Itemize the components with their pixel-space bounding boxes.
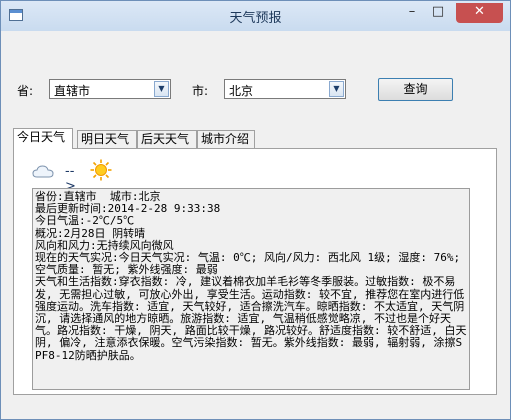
close-button[interactable]: ✕ — [456, 3, 503, 23]
city-select[interactable]: 北京 ▼ — [224, 79, 346, 99]
cloud-icon — [32, 165, 54, 178]
province-value: 直辖市 — [54, 84, 91, 98]
detail-line: 天气和生活指数:穿衣指数: 冷, 建议着棉衣加羊毛衫等冬季服装。过敏指数: 极不… — [35, 275, 467, 362]
province-label: 省: — [17, 84, 34, 98]
chevron-down-icon[interactable]: ▼ — [154, 81, 169, 97]
city-label: 市: — [192, 84, 209, 98]
tab-day-after[interactable]: 后天天气 — [137, 130, 197, 148]
tab-today[interactable]: 今日天气 — [13, 128, 73, 149]
title-bar[interactable]: 天气预报 – □ ✕ — [1, 1, 510, 31]
tab-city-intro[interactable]: 城市介绍 — [197, 130, 255, 148]
query-button[interactable]: 查询 — [378, 78, 453, 101]
maximize-button[interactable]: □ — [427, 3, 449, 23]
tab-tomorrow[interactable]: 明日天气 — [77, 130, 137, 148]
detail-line: 现在的天气实况:今日天气实况: 气温: 0℃; 风向/风力: 西北风 1级; 湿… — [35, 251, 467, 277]
weather-details-textbox[interactable]: 省份:直辖市 城市:北京 最后更新时间:2014-2-28 9:33:38 今日… — [32, 188, 470, 390]
detail-line: 概况:2月28日 阴转晴 — [35, 226, 146, 240]
province-select[interactable]: 直辖市 ▼ — [49, 79, 171, 99]
today-weather-panel: --> 省份:直辖市 城市:北京 最后更新时间:2014-2-28 9:33:3… — [13, 148, 497, 395]
minimize-button[interactable]: – — [401, 3, 423, 23]
weather-window: 天气预报 – □ ✕ 省: 直辖市 ▼ 市: 北京 ▼ 查询 今日天气 明日天气… — [0, 0, 511, 420]
sun-icon — [90, 159, 112, 181]
city-value: 北京 — [229, 84, 254, 98]
detail-line: 今日气温:-2℃/5℃ — [35, 214, 135, 228]
chevron-down-icon[interactable]: ▼ — [329, 81, 344, 97]
